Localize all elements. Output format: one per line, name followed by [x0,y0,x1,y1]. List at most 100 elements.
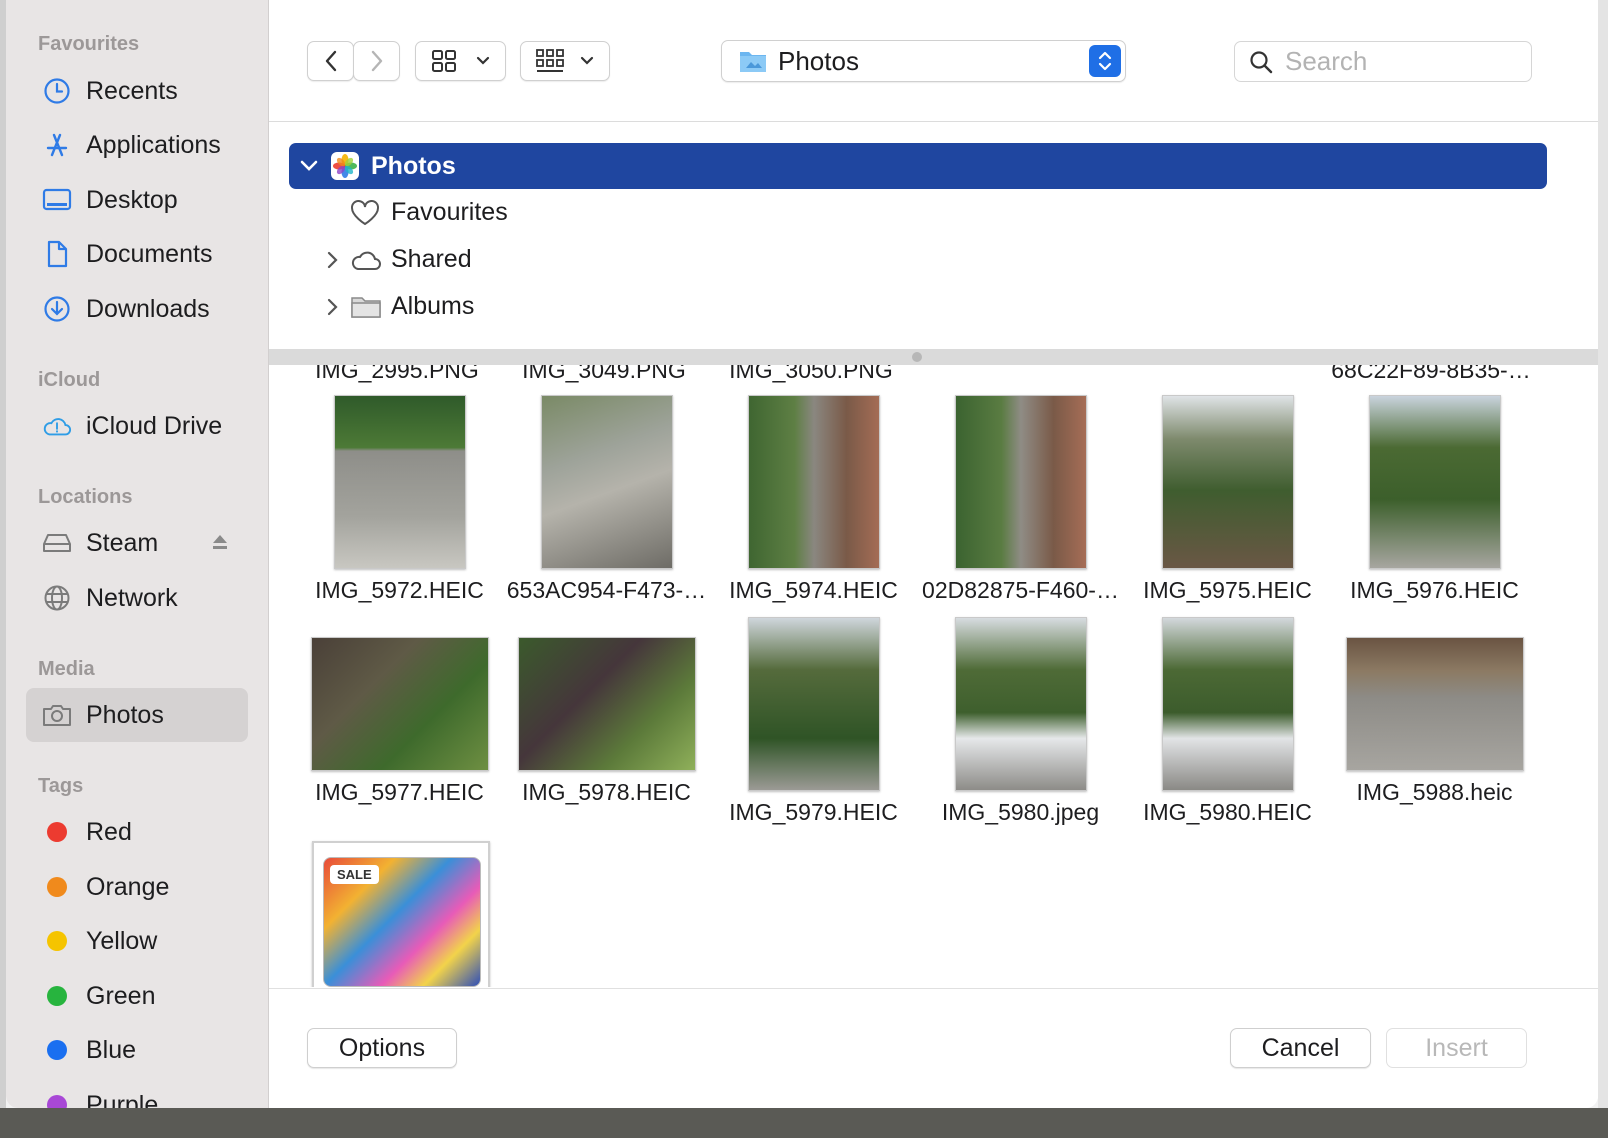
sidebar-item-label: Documents [86,239,213,268]
sidebar-item-steam[interactable]: Steam [26,516,248,570]
sidebar-item-label: iCloud Drive [86,411,223,440]
sidebar-section-tags: Tags [38,775,84,797]
file-item[interactable]: IMG_5972.HEIC [296,365,503,605]
applications-icon [42,130,72,160]
folder-icon [351,296,381,318]
sidebar-item-label: Downloads [86,294,210,323]
tree-row-label: Photos [371,151,456,180]
insert-button[interactable]: Insert [1386,1028,1527,1068]
forward-button[interactable] [353,41,400,81]
file-item[interactable]: IMG_5976.HEIC [1331,365,1538,605]
back-button[interactable] [307,41,354,81]
sidebar-item-downloads[interactable]: Downloads [26,282,248,336]
view-mode-button[interactable] [415,41,506,81]
photos-app-icon [331,152,359,180]
sidebar-item-label: Purple [86,1090,159,1109]
location-popup[interactable]: Photos [721,40,1126,82]
search-field[interactable] [1234,41,1532,82]
tree-row-favourites[interactable]: Favourites [349,198,508,227]
stepper-icon [1089,45,1121,77]
sidebar-item-label: Blue [86,1035,137,1064]
sidebar-section-locations: Locations [38,486,133,508]
background-desktop [0,1108,1608,1138]
sidebar-tag-blue[interactable]: Blue [26,1023,248,1077]
tree-row-shared[interactable]: Shared [325,245,472,274]
photo-thumbnail [1162,617,1294,791]
options-button[interactable]: Options [307,1028,457,1068]
photo-thumbnail [1369,395,1501,569]
sidebar-item-applications[interactable]: Applications [26,118,248,172]
sidebar-item-label: Photos [86,700,164,729]
sidebar-item-label: Recents [86,76,178,105]
tag-dot-icon [47,1040,67,1060]
sidebar-item-desktop[interactable]: Desktop [26,173,248,227]
photo-thumbnail [518,637,696,771]
tree-row-label: Albums [391,292,475,320]
search-icon [1250,50,1273,73]
photo-thumbnail [955,395,1087,569]
footer: Options Cancel Insert [269,988,1598,1108]
file-name: IMG_5979.HEIC [729,799,898,825]
file-item[interactable]: IMG_5980.jpeg [917,615,1124,835]
split-view-divider[interactable] [269,349,1598,365]
tree-row-label: Shared [391,245,472,273]
file-item[interactable]: IMG_5988.heic [1331,615,1538,815]
photo-thumbnail [748,617,880,791]
sidebar-section-icloud: iCloud [38,369,101,391]
cloud-icon [351,251,381,270]
file-item[interactable]: SALE [296,835,503,987]
group-button[interactable] [520,41,610,81]
sidebar-item-network[interactable]: Network [26,571,248,625]
photo-thumbnail [541,395,673,569]
file-name: IMG_5976.HEIC [1350,577,1519,603]
sidebar-item-label: Orange [86,872,170,901]
sidebar-section-favourites: Favourites [38,33,140,55]
sidebar-tag-purple[interactable]: Purple [26,1078,248,1108]
chevron-down-icon [476,56,489,65]
file-item[interactable]: 02D82875-F460-… [917,365,1124,605]
chevron-down-icon [580,56,594,65]
sidebar-tag-red[interactable]: Red [26,805,248,859]
photo-thumbnail [1346,637,1524,771]
tree-row-photos[interactable]: Photos [289,143,1547,189]
file-item[interactable]: 653AC954-F473-… [503,365,710,605]
photo-thumbnail [311,637,489,771]
file-item[interactable]: IMG_5979.HEIC [710,615,917,835]
background-window-edge-right [1598,0,1608,1138]
file-item[interactable]: IMG_5980.HEIC [1124,615,1331,835]
file-name: IMG_5980.jpeg [941,799,1100,825]
disclosure-down-icon [300,160,318,171]
source-tree: Photos Favourites Shared Albums [269,123,1598,349]
file-item[interactable]: IMG_5974.HEIC [710,365,917,605]
tag-dot-icon [47,877,67,897]
sidebar-tag-yellow[interactable]: Yellow [26,914,248,968]
open-dialog: Favourites Recents Applications Desktop … [6,0,1598,1108]
eject-icon[interactable] [210,532,230,557]
heart-icon [351,199,379,225]
disclosure-right-icon [327,298,338,315]
file-item[interactable]: IMG_5978.HEIC [503,615,710,815]
search-input[interactable] [1285,46,1515,77]
sidebar-item-label: Network [86,583,178,612]
document-icon [42,239,72,269]
file-name: 02D82875-F460-… [922,577,1119,603]
sidebar-item-documents[interactable]: Documents [26,227,248,281]
tree-row-albums[interactable]: Albums [325,292,474,321]
tag-dot-icon [47,1095,67,1108]
sidebar-item-photos[interactable]: Photos [26,688,248,742]
sidebar-item-recents[interactable]: Recents [26,64,248,118]
file-item[interactable]: IMG_5977.HEIC [296,615,503,815]
photos-folder-icon [740,52,766,72]
file-name: IMG_5974.HEIC [729,577,898,603]
sale-badge: SALE [330,865,379,884]
sidebar-section-media: Media [38,658,95,680]
sidebar-tag-orange[interactable]: Orange [26,860,248,914]
cancel-button[interactable]: Cancel [1230,1028,1371,1068]
file-item[interactable]: IMG_5975.HEIC [1124,365,1331,605]
icloud-icon [42,411,72,441]
sidebar-item-icloud-drive[interactable]: iCloud Drive [26,399,248,453]
sidebar-tag-green[interactable]: Green [26,969,248,1023]
divider-handle[interactable] [912,352,922,362]
file-name: IMG_5977.HEIC [315,779,484,805]
toolbar: Photos [269,0,1598,122]
